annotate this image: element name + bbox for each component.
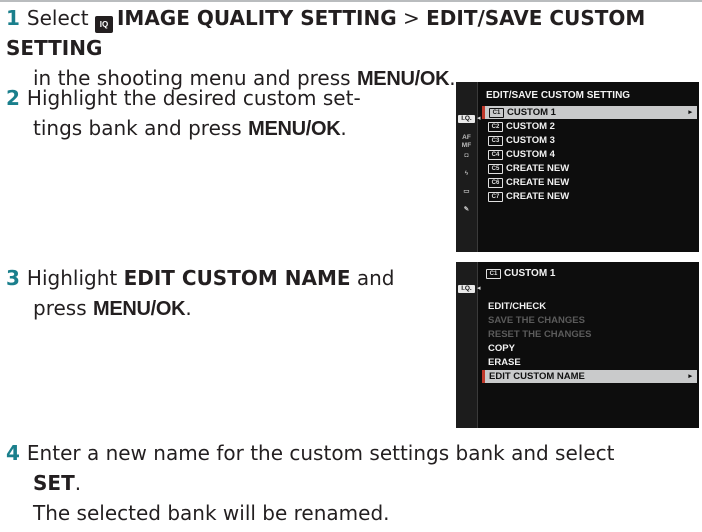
custom-bank-icon: C2 — [488, 122, 503, 132]
screen-title: EDIT/SAVE CUSTOM SETTING — [486, 90, 631, 101]
flash-tab-icon[interactable]: ϟ — [458, 170, 475, 178]
image-quality-tab-icon[interactable]: I.Q. — [458, 115, 475, 123]
menu-item-custom-1[interactable]: C1 CUSTOM 1 ▸ — [482, 106, 697, 119]
menu-item-save-changes[interactable]: SAVE THE CHANGES — [482, 314, 697, 327]
shooting-tab-icon[interactable]: ◘ — [458, 152, 475, 160]
step-1: 1 Select IQ IMAGE QUALITY SETTING > EDIT/S… — [6, 3, 700, 94]
af-mf-tab-icon[interactable]: AF MF — [458, 134, 475, 150]
chevron-right-icon: ▸ — [688, 373, 692, 380]
step-4: 4 Enter a new name for the custom setting… — [6, 438, 700, 528]
camera-screen-edit-save: I.Q. ◂ AF MF ◘ ϟ ▭ ✎ EDIT/SAVE CUSTOM SE… — [456, 82, 699, 252]
menu-ok-key: MENU/OK — [92, 298, 186, 320]
menu-item-edit-custom-name[interactable]: EDIT CUSTOM NAME ▸ — [482, 370, 697, 383]
menu-tab-strip: I.Q. ◂ — [456, 262, 481, 428]
custom-bank-icon: C4 — [488, 150, 503, 160]
custom-bank-icon: C6 — [488, 178, 503, 188]
screen-title: C1 CUSTOM 1 — [486, 268, 556, 279]
custom-bank-icon: C5 — [488, 164, 503, 174]
custom-bank-icon: C3 — [488, 136, 503, 146]
step-1-line-1: 1 Select IQ IMAGE QUALITY SETTING > EDIT/S… — [6, 6, 646, 60]
menu-item-edit-check[interactable]: EDIT/CHECK — [482, 300, 697, 313]
chevron-left-icon: ◂ — [477, 115, 481, 122]
custom-bank-icon: C7 — [488, 192, 503, 202]
menu-item-custom-4[interactable]: C4 CUSTOM 4 — [482, 148, 697, 161]
chevron-right-icon: ▸ — [688, 109, 692, 116]
result-note: The selected bank will be renamed. — [33, 501, 390, 525]
custom-bank-icon: C1 — [486, 269, 501, 279]
top-rule — [0, 0, 702, 2]
chevron-left-icon: ◂ — [477, 285, 481, 292]
menu-item-erase[interactable]: ERASE — [482, 356, 697, 369]
step-number: 3 — [6, 266, 20, 290]
image-quality-tab-icon[interactable]: I.Q. — [458, 285, 475, 293]
camera-screen-custom-1: I.Q. ◂ C1 CUSTOM 1 EDIT/CHECK SAVE THE CH… — [456, 262, 699, 428]
menu-item-create-new-7[interactable]: C7 CREATE NEW — [482, 190, 697, 203]
menu-name: IMAGE QUALITY SETTING — [116, 6, 397, 30]
set-option: SET — [33, 471, 75, 495]
custom-bank-icon: C1 — [489, 108, 504, 118]
menu-item-name: EDIT CUSTOM NAME — [123, 266, 351, 290]
menu-item-reset-changes[interactable]: RESET THE CHANGES — [482, 328, 697, 341]
menu-item-create-new-5[interactable]: C5 CREATE NEW — [482, 162, 697, 175]
menu-item-copy[interactable]: COPY — [482, 342, 697, 355]
movie-tab-icon[interactable]: ▭ — [458, 188, 475, 196]
step-3: 3 Highlight EDIT CUSTOM NAME and press ME… — [6, 266, 395, 320]
menu-item-custom-3[interactable]: C3 CUSTOM 3 — [482, 134, 697, 147]
step-number: 2 — [6, 86, 20, 110]
image-quality-icon: IQ — [94, 16, 113, 33]
step-number: 4 — [6, 441, 20, 465]
step-2: 2 Highlight the desired custom set- tings… — [6, 86, 361, 140]
menu-item-create-new-6[interactable]: C6 CREATE NEW — [482, 176, 697, 189]
menu-tab-strip: I.Q. ◂ AF MF ◘ ϟ ▭ ✎ — [456, 82, 481, 252]
menu-item-custom-2[interactable]: C2 CUSTOM 2 — [482, 120, 697, 133]
step-number: 1 — [6, 6, 20, 30]
menu-ok-key: MENU/OK — [248, 118, 341, 140]
setup-tab-icon[interactable]: ✎ — [458, 206, 475, 214]
